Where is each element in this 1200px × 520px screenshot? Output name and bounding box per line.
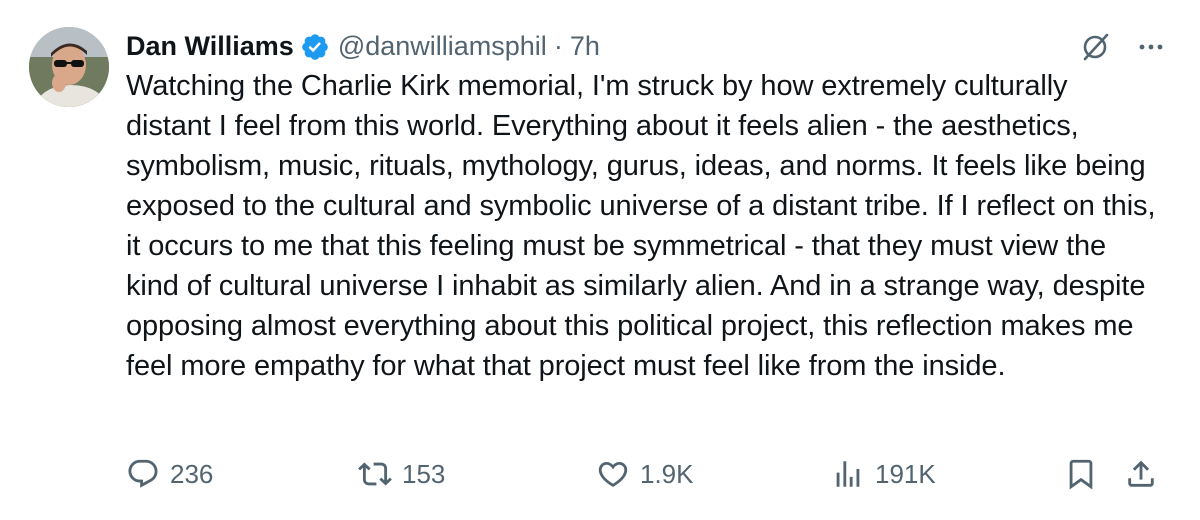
avatar-image (29, 27, 109, 107)
timestamp[interactable]: 7h (570, 24, 600, 68)
tweet-text: Watching the Charlie Kirk memorial, I'm … (126, 70, 1156, 382)
heart-icon (598, 461, 628, 487)
repost-icon (358, 462, 392, 486)
avatar[interactable] (29, 27, 109, 107)
share-icon (1128, 460, 1154, 487)
reply-count: 236 (170, 458, 214, 489)
more-icon[interactable] (1136, 32, 1166, 62)
author-name[interactable]: Dan Williams (126, 24, 294, 68)
views-count: 191K (875, 458, 936, 489)
tweet-card[interactable]: Dan Williams @danwilliamsphil · 7h Watch… (0, 0, 1200, 520)
tweet-header: Dan Williams @danwilliamsphil · 7h (126, 24, 1166, 68)
author-handle[interactable]: @danwilliamsphil (338, 24, 547, 68)
header-actions (1078, 30, 1166, 64)
views-button[interactable]: 191K (831, 457, 936, 491)
like-button[interactable]: 1.9K (596, 457, 694, 491)
views-icon (836, 461, 860, 487)
repost-count: 153 (402, 458, 446, 489)
reply-button[interactable]: 236 (126, 457, 213, 491)
separator-dot: · (553, 31, 563, 61)
reply-icon (128, 459, 158, 488)
tweet-actions: 236 153 1.9K 191K (126, 452, 1166, 496)
bookmark-icon (1069, 459, 1093, 490)
like-count: 1.9K (640, 458, 694, 489)
verified-badge-icon[interactable] (300, 31, 330, 61)
bookmark-button[interactable] (1064, 457, 1098, 491)
share-button[interactable] (1124, 457, 1158, 491)
tweet-content: Dan Williams @danwilliamsphil · 7h Watch… (126, 24, 1166, 386)
repost-button[interactable]: 153 (358, 457, 445, 491)
grok-icon[interactable] (1078, 30, 1112, 64)
